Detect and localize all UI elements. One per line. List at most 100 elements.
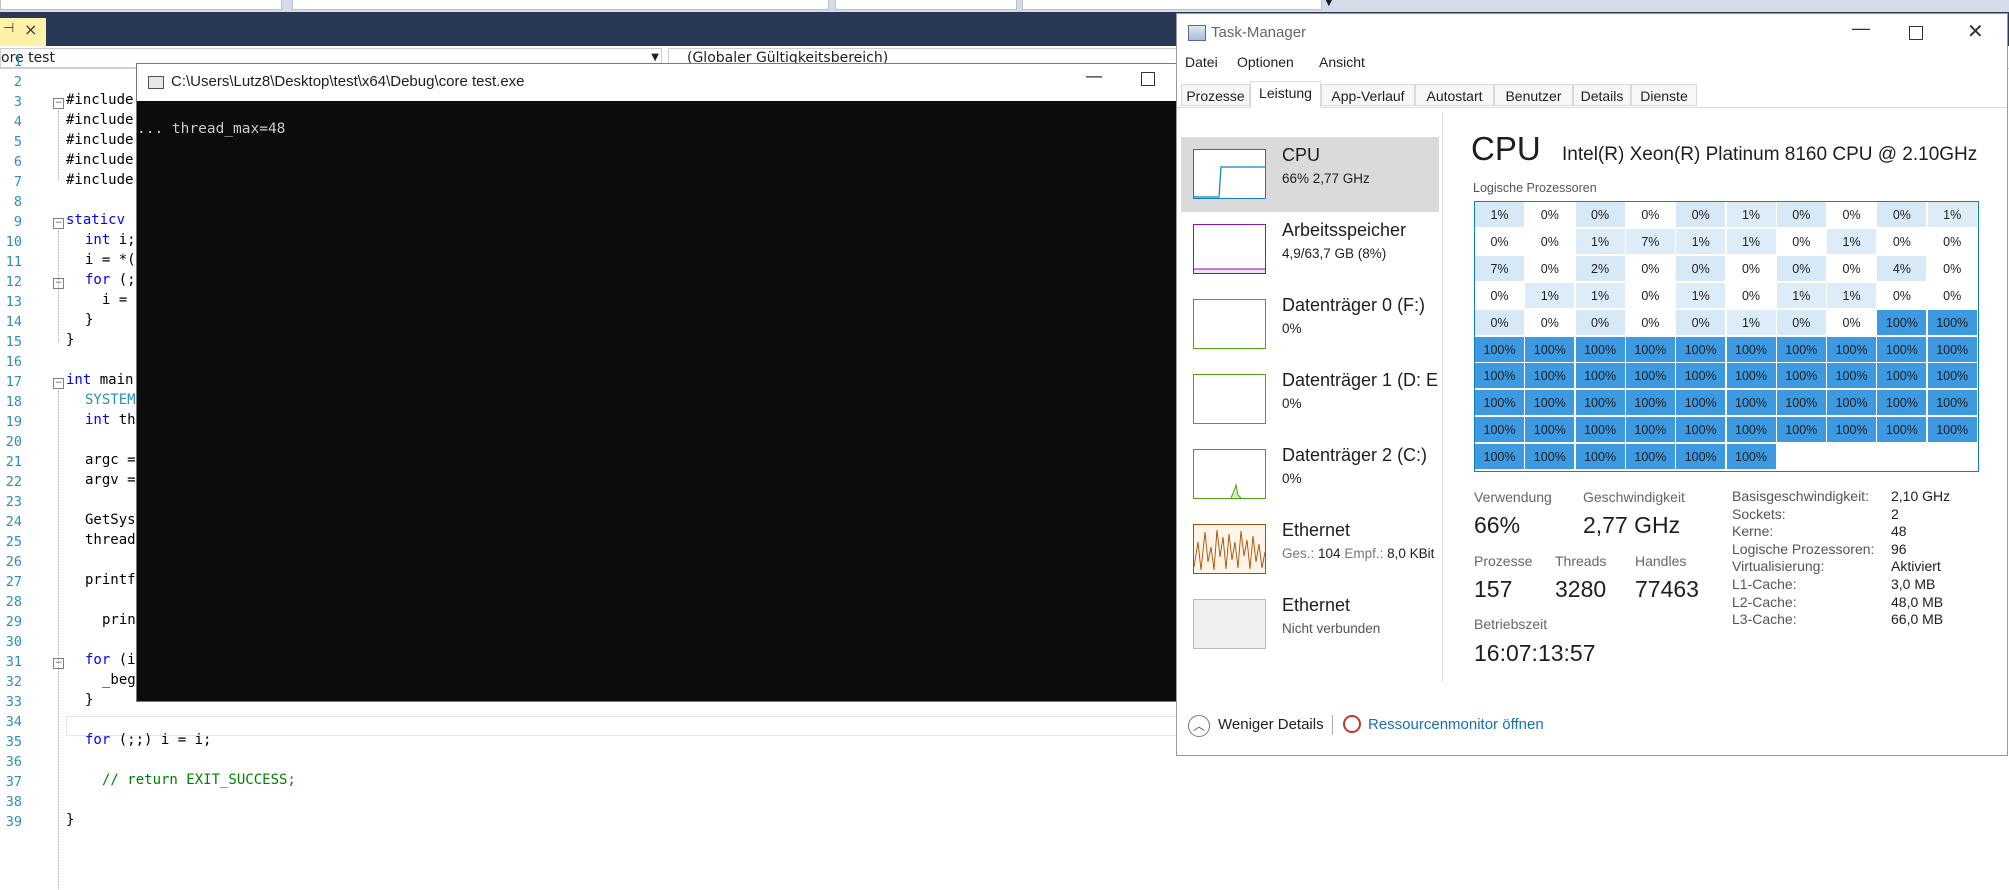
pane-divider[interactable]: [1442, 112, 1443, 682]
chevron-down-icon[interactable]: ▼: [1325, 0, 1333, 8]
spec-value: Aktiviert: [1891, 558, 1941, 575]
logical-processor-cell: 0%: [1827, 309, 1878, 336]
code-line-20: argc =: [85, 452, 136, 468]
tab-leistung[interactable]: Leistung: [1250, 81, 1321, 108]
spec-key: L1-Cache:: [1732, 576, 1797, 592]
menu-ansicht[interactable]: Ansicht: [1319, 54, 1365, 70]
fold-guide: [58, 110, 59, 180]
line-number: 31: [5, 654, 22, 670]
logical-processor-cell: 100%: [1877, 417, 1928, 444]
code-line-13: }: [85, 312, 94, 328]
vs-combo-box[interactable]: [0, 0, 282, 10]
close-icon[interactable]: ×: [24, 20, 37, 39]
vs-combo-box[interactable]: [292, 0, 829, 10]
fold-toggle[interactable]: −: [53, 378, 64, 389]
resource-ethernet-2[interactable]: Ethernet Nicht verbunden: [1181, 587, 1439, 662]
line-number: 20: [5, 434, 22, 450]
fold-toggle[interactable]: −: [53, 218, 64, 229]
cpu-heading: CPU: [1471, 130, 1541, 167]
fold-toggle[interactable]: −: [53, 98, 64, 109]
current-line-highlight: [66, 716, 1181, 736]
tab-prozesse[interactable]: Prozesse: [1181, 84, 1250, 106]
code-line-6: #include: [66, 172, 134, 188]
logical-processor-cell: 0%: [1827, 255, 1878, 282]
logical-processor-cell: 2%: [1575, 255, 1626, 282]
resource-disk-1[interactable]: Datenträger 1 (D: E 0%: [1181, 362, 1439, 437]
line-number: 3: [13, 94, 22, 110]
spec-key: Logische Prozessoren:: [1732, 540, 1875, 557]
resource-name: Datenträger 0 (F:): [1282, 295, 1426, 315]
console-window[interactable]: C:\Users\Lutz8\Desktop\test\x64\Debug\co…: [136, 63, 1183, 702]
minimize-icon[interactable]: —: [1852, 18, 1870, 39]
spec-value: 48,0 MB: [1891, 593, 1944, 610]
tab-benutzer[interactable]: Benutzer: [1494, 84, 1573, 106]
console-output: ... thread_max=48: [137, 121, 286, 137]
logical-processor-cell: 1%: [1475, 202, 1525, 228]
resource-disk-2[interactable]: Datenträger 2 (C:) 0%: [1181, 437, 1439, 512]
logical-processor-cell: 100%: [1575, 444, 1626, 471]
processes-value: 157: [1474, 576, 1513, 602]
logical-processor-cell: 100%: [1827, 417, 1878, 444]
tab-dienste[interactable]: Dienste: [1631, 84, 1697, 106]
logical-processor-cell: 100%: [1475, 444, 1525, 471]
line-number: 16: [5, 354, 22, 370]
code-line-24: thread: [85, 532, 136, 548]
logical-processor-cell: 100%: [1877, 390, 1928, 417]
close-icon[interactable]: ✕: [1967, 19, 1984, 44]
tab-app-verlauf[interactable]: App-Verlauf: [1321, 84, 1415, 106]
line-number: 39: [5, 814, 22, 830]
pin-icon[interactable]: ⊣: [3, 21, 14, 36]
logical-processor-cell: 100%: [1575, 363, 1626, 390]
task-manager-titlebar[interactable]: Task-Manager — ✕: [1177, 14, 2007, 50]
logical-processor-cell: 100%: [1827, 390, 1878, 417]
logical-processor-grid[interactable]: 1% 0% 0% 0% 0% 1% 0% 0% 0% 1% 0% 0% 1% 7% 1% 1% 0% 1% 0% 0%…: [1474, 201, 1979, 472]
console-titlebar[interactable]: C:\Users\Lutz8\Desktop\test\x64\Debug\co…: [137, 64, 1182, 101]
open-resource-monitor-link[interactable]: Ressourcenmonitor öffnen: [1368, 716, 1544, 733]
line-number: 28: [5, 594, 22, 610]
maximize-icon[interactable]: [1909, 26, 1923, 40]
code-line-26: printf: [85, 572, 136, 588]
task-manager-window[interactable]: Task-Manager — ✕ Datei Optionen Ansicht …: [1176, 13, 2008, 756]
footer-separator: [1332, 715, 1333, 735]
logical-processor-cell: 100%: [1525, 390, 1576, 417]
resource-cpu[interactable]: CPU 66% 2,77 GHz: [1181, 137, 1439, 212]
resource-name: Ethernet: [1282, 520, 1351, 540]
tab-autostart[interactable]: Autostart: [1415, 84, 1494, 106]
vs-document-tab[interactable]: ⊣ ×: [0, 18, 46, 46]
vs-toolbar-strip: ▼: [0, 0, 2009, 12]
menu-datei[interactable]: Datei: [1185, 54, 1218, 70]
logical-processor-cell: 100%: [1525, 336, 1576, 363]
code-line-21: argv =: [85, 472, 136, 488]
logical-processor-cell: 0%: [1525, 202, 1576, 228]
menu-optionen[interactable]: Optionen: [1237, 54, 1294, 70]
spec-value: 2: [1891, 505, 1899, 522]
fewer-details-button[interactable]: Weniger Details: [1218, 716, 1324, 733]
logical-processor-cell: 0%: [1927, 282, 1978, 309]
code-line-10: i = *(: [85, 252, 136, 268]
spec-key: Virtualisierung:: [1732, 558, 1825, 575]
resource-monitor-icon[interactable]: [1343, 715, 1361, 733]
spec-value: 48: [1891, 523, 1907, 540]
logical-processor-cell: 100%: [1575, 336, 1626, 363]
line-number: 30: [5, 634, 22, 650]
console-app-icon: [148, 76, 164, 89]
logical-processor-cell: 100%: [1877, 336, 1928, 363]
vs-combo-box[interactable]: [1022, 0, 1322, 10]
maximize-icon[interactable]: [1141, 72, 1155, 86]
spec-key: Basisgeschwindigkeit:: [1732, 488, 1869, 504]
line-number: 11: [5, 254, 22, 270]
resource-ethernet-1[interactable]: Ethernet Ges.: 104 Empf.: 8,0 KBit: [1181, 512, 1439, 587]
code-line-28: prin: [102, 612, 136, 628]
resource-disk-0[interactable]: Datenträger 0 (F:) 0%: [1181, 287, 1439, 362]
line-number: 19: [5, 414, 22, 430]
logical-processor-cell: 100%: [1726, 390, 1777, 417]
resource-memory[interactable]: Arbeitsspeicher 4,9/63,7 GB (8%): [1181, 212, 1439, 287]
minimize-icon[interactable]: —: [1085, 66, 1103, 87]
tab-details[interactable]: Details: [1573, 84, 1631, 106]
task-manager-app-icon: [1188, 25, 1206, 41]
logical-processor-cell: 0%: [1726, 255, 1777, 282]
spec-value: 66,0 MB: [1891, 611, 1944, 628]
chevron-up-icon[interactable]: ︿: [1188, 715, 1210, 737]
logical-processor-cell: 0%: [1877, 228, 1928, 255]
vs-combo-box[interactable]: [835, 0, 1017, 10]
